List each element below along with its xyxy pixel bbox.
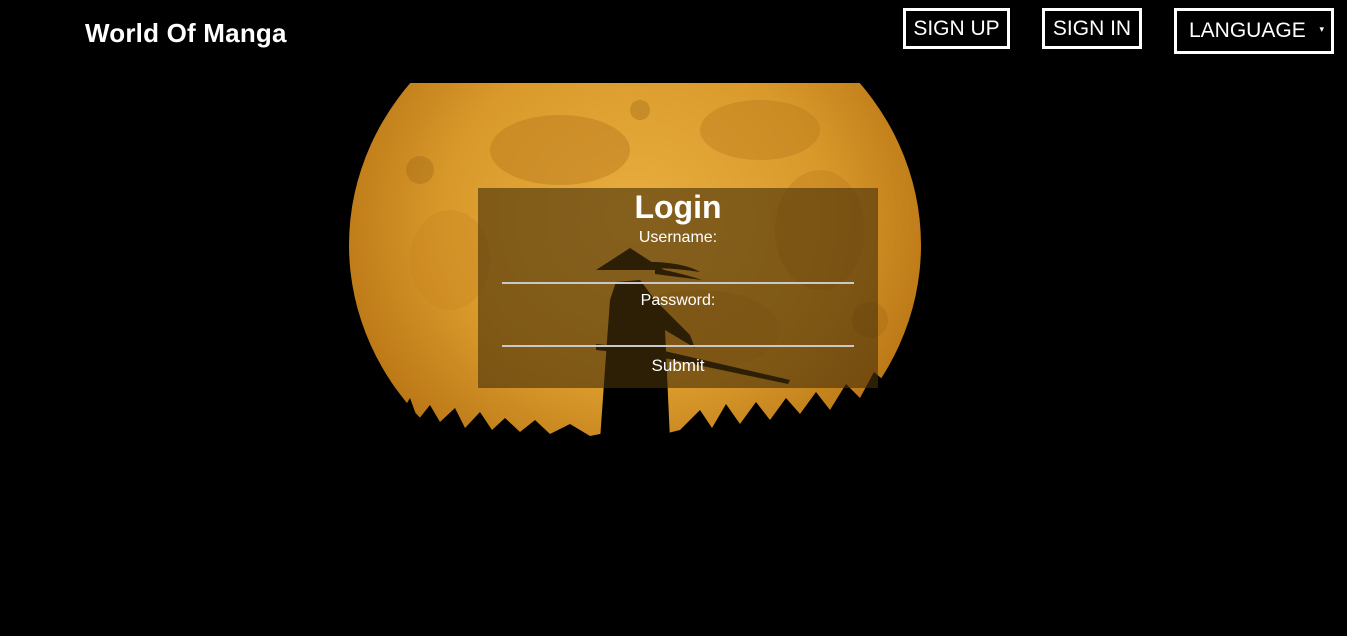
sign-in-button[interactable]: SIGN IN xyxy=(1042,8,1142,49)
username-input[interactable] xyxy=(502,258,854,284)
username-label: Username: xyxy=(638,229,718,246)
submit-button[interactable]: Submit xyxy=(628,354,728,378)
login-title: Login xyxy=(634,189,722,225)
brand-logo[interactable]: World Of Manga xyxy=(85,18,287,49)
chevron-down-icon: ▾ xyxy=(1319,24,1324,34)
page: World Of Manga SIGN UP SIGN IN LANGUAGE … xyxy=(0,0,1347,636)
password-input[interactable] xyxy=(502,321,854,347)
login-panel: Login Username: Password: Submit xyxy=(478,188,878,388)
sign-up-button[interactable]: SIGN UP xyxy=(903,8,1010,49)
language-label: LANGUAGE xyxy=(1189,19,1306,42)
language-dropdown[interactable]: LANGUAGE ▾ xyxy=(1174,8,1334,54)
password-label: Password: xyxy=(640,292,716,309)
